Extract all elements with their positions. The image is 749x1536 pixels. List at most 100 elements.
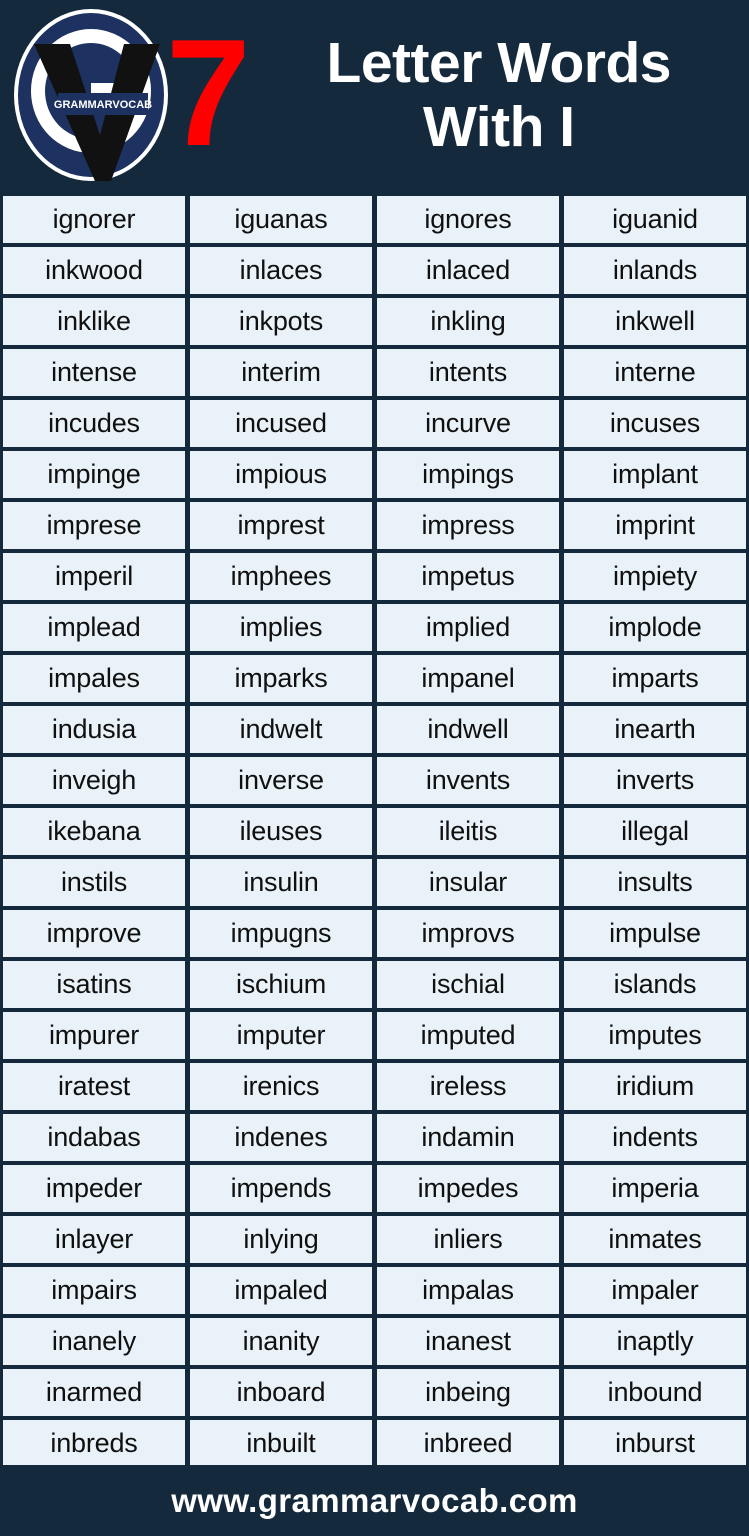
word-cell: inverts bbox=[564, 757, 746, 804]
word-cell: interim bbox=[190, 349, 372, 396]
word-cell: iguanid bbox=[564, 196, 746, 243]
word-cell: impends bbox=[190, 1165, 372, 1212]
word-cell: impious bbox=[190, 451, 372, 498]
page-title-line-1: Letter Words bbox=[326, 31, 672, 96]
word-cell: instils bbox=[3, 859, 185, 906]
word-cell: intense bbox=[3, 349, 185, 396]
word-cell: inlaced bbox=[377, 247, 559, 294]
word-cell: ischium bbox=[190, 961, 372, 1008]
word-cell: implies bbox=[190, 604, 372, 651]
word-cell: impeder bbox=[3, 1165, 185, 1212]
word-cell: imperia bbox=[564, 1165, 746, 1212]
word-cell: impurer bbox=[3, 1012, 185, 1059]
word-cell: inlands bbox=[564, 247, 746, 294]
word-cell: ileitis bbox=[377, 808, 559, 855]
word-cell: impings bbox=[377, 451, 559, 498]
word-cell: implode bbox=[564, 604, 746, 651]
word-cell: intents bbox=[377, 349, 559, 396]
word-cell: impanel bbox=[377, 655, 559, 702]
word-cell: indents bbox=[564, 1114, 746, 1161]
word-cell: impaled bbox=[190, 1267, 372, 1314]
word-cell: impugns bbox=[190, 910, 372, 957]
word-cell: inbreds bbox=[3, 1420, 185, 1467]
page-title-line-2: With I bbox=[422, 94, 575, 159]
word-cell: inveigh bbox=[3, 757, 185, 804]
word-cell: inkwell bbox=[564, 298, 746, 345]
grammarvocab-logo: GRAMMARVOCAB bbox=[12, 7, 170, 183]
word-cell: ignores bbox=[377, 196, 559, 243]
word-cell: impairs bbox=[3, 1267, 185, 1314]
word-cell: inlayer bbox=[3, 1216, 185, 1263]
footer: www.grammarvocab.com bbox=[0, 1465, 749, 1536]
word-cell: incudes bbox=[3, 400, 185, 447]
word-cell: inlaces bbox=[190, 247, 372, 294]
word-cell: impaler bbox=[564, 1267, 746, 1314]
word-cell: islands bbox=[564, 961, 746, 1008]
word-cell: ignorer bbox=[3, 196, 185, 243]
word-cell: illegal bbox=[564, 808, 746, 855]
word-cell: improvs bbox=[377, 910, 559, 957]
word-cell: impress bbox=[377, 502, 559, 549]
word-cell: inearth bbox=[564, 706, 746, 753]
word-cell: impetus bbox=[377, 553, 559, 600]
word-cell: incurve bbox=[377, 400, 559, 447]
word-cell: incuses bbox=[564, 400, 746, 447]
word-cell: implied bbox=[377, 604, 559, 651]
word-cell: indusia bbox=[3, 706, 185, 753]
word-cell: insults bbox=[564, 859, 746, 906]
word-cell: iridium bbox=[564, 1063, 746, 1110]
word-cell: impalas bbox=[377, 1267, 559, 1314]
word-cell: imparts bbox=[564, 655, 746, 702]
word-cell: ileuses bbox=[190, 808, 372, 855]
word-cell: incused bbox=[190, 400, 372, 447]
word-cell: inkling bbox=[377, 298, 559, 345]
word-cell: inburst bbox=[564, 1420, 746, 1467]
word-cell: ischial bbox=[377, 961, 559, 1008]
word-cell: inarmed bbox=[3, 1369, 185, 1416]
word-cell: interne bbox=[564, 349, 746, 396]
word-cell: implant bbox=[564, 451, 746, 498]
word-cell: isatins bbox=[3, 961, 185, 1008]
word-grid: ignorer iguanas ignores iguanid inkwood inlac… bbox=[3, 196, 746, 1467]
word-cell: inklike bbox=[3, 298, 185, 345]
word-cell: inliers bbox=[377, 1216, 559, 1263]
word-cell: indabas bbox=[3, 1114, 185, 1161]
word-cell: impulse bbox=[564, 910, 746, 957]
word-cell: imputed bbox=[377, 1012, 559, 1059]
word-cell: imputes bbox=[564, 1012, 746, 1059]
word-cell: iguanas bbox=[190, 196, 372, 243]
word-cell: indenes bbox=[190, 1114, 372, 1161]
word-cell: irenics bbox=[190, 1063, 372, 1110]
word-cell: inlying bbox=[190, 1216, 372, 1263]
word-cell: impiety bbox=[564, 553, 746, 600]
word-cell: inanity bbox=[190, 1318, 372, 1365]
word-cell: imprint bbox=[564, 502, 746, 549]
word-cell: insular bbox=[377, 859, 559, 906]
word-cell: ikebana bbox=[3, 808, 185, 855]
website-url: www.grammarvocab.com bbox=[171, 1481, 578, 1519]
word-cell: inbound bbox=[564, 1369, 746, 1416]
word-cell: impinge bbox=[3, 451, 185, 498]
word-cell: imperil bbox=[3, 553, 185, 600]
letter-count-number: 7 bbox=[166, 8, 251, 179]
word-cell: impedes bbox=[377, 1165, 559, 1212]
word-cell: inanely bbox=[3, 1318, 185, 1365]
word-cell: indwell bbox=[377, 706, 559, 753]
word-cell: inbuilt bbox=[190, 1420, 372, 1467]
word-cell: inmates bbox=[564, 1216, 746, 1263]
word-cell: inaptly bbox=[564, 1318, 746, 1365]
word-cell: iratest bbox=[3, 1063, 185, 1110]
word-cell: inverse bbox=[190, 757, 372, 804]
word-cell: impales bbox=[3, 655, 185, 702]
word-cell: imparks bbox=[190, 655, 372, 702]
poster-page: GRAMMARVOCAB 7 Letter Words With I ignor… bbox=[0, 0, 749, 1536]
word-cell: inkpots bbox=[190, 298, 372, 345]
word-cell: inboard bbox=[190, 1369, 372, 1416]
word-cell: indamin bbox=[377, 1114, 559, 1161]
word-cell: imphees bbox=[190, 553, 372, 600]
word-cell: invents bbox=[377, 757, 559, 804]
word-cell: ireless bbox=[377, 1063, 559, 1110]
logo-brand-label: GRAMMARVOCAB bbox=[54, 99, 152, 111]
headline: 7 Letter Words With I bbox=[166, 17, 749, 169]
word-cell: imprest bbox=[190, 502, 372, 549]
